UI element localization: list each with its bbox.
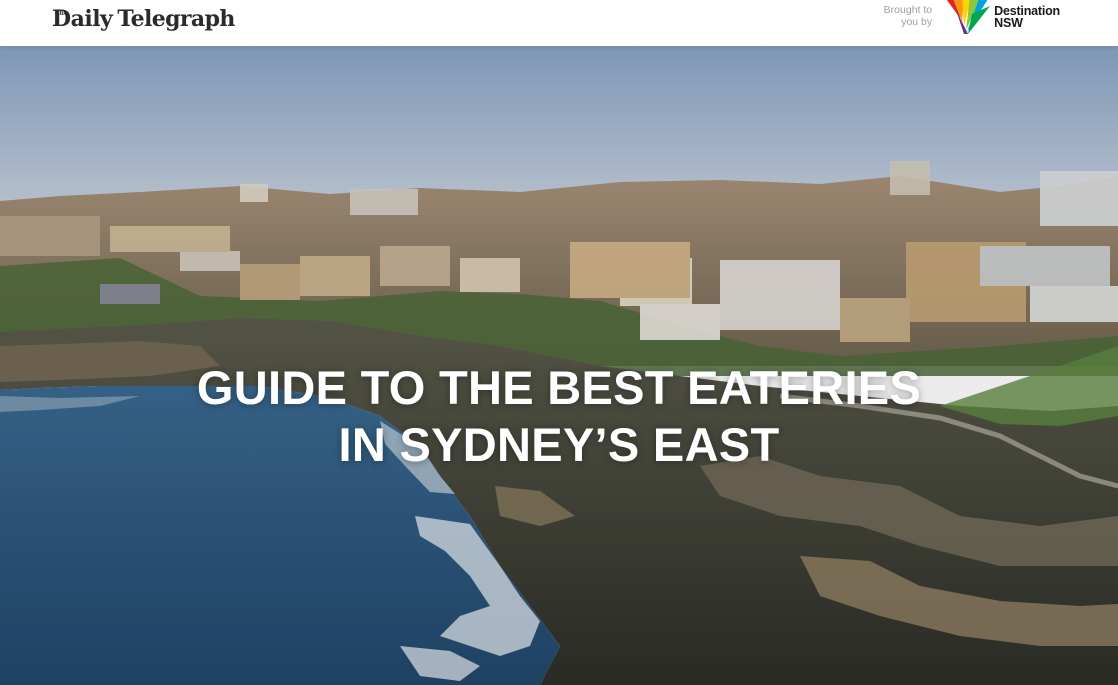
hero-banner: GUIDE TO THE BEST EATERIES IN SYDNEY’S E…	[0, 46, 1118, 685]
daily-telegraph-logo[interactable]: The Daily Telegraph	[52, 2, 235, 30]
destination-nsw-logo-icon	[947, 0, 991, 34]
hero-title-line-2: IN SYDNEY’S EAST	[338, 418, 780, 472]
logo-the: The	[55, 10, 68, 17]
hero-title-line-1: GUIDE TO THE BEST EATERIES	[196, 361, 922, 415]
page: The Daily Telegraph Brought to you by De…	[0, 0, 1118, 685]
logo-daily: The Daily	[52, 8, 113, 30]
brought-line-2: you by	[901, 16, 933, 28]
brought-line-1: Brought to	[883, 4, 933, 16]
destination-nsw-wordmark: Destination NSW	[994, 5, 1060, 30]
logo-telegraph: Telegraph	[117, 6, 235, 32]
sponsor-block[interactable]: Brought to you by Destination NSW	[878, 0, 1060, 40]
brought-to-you-by: Brought to you by	[878, 4, 932, 28]
site-header: The Daily Telegraph Brought to you by De…	[0, 0, 1118, 46]
dnsw-line-2: NSW	[994, 16, 1023, 30]
hero-title: GUIDE TO THE BEST EATERIES IN SYDNEY’S E…	[0, 359, 1118, 473]
